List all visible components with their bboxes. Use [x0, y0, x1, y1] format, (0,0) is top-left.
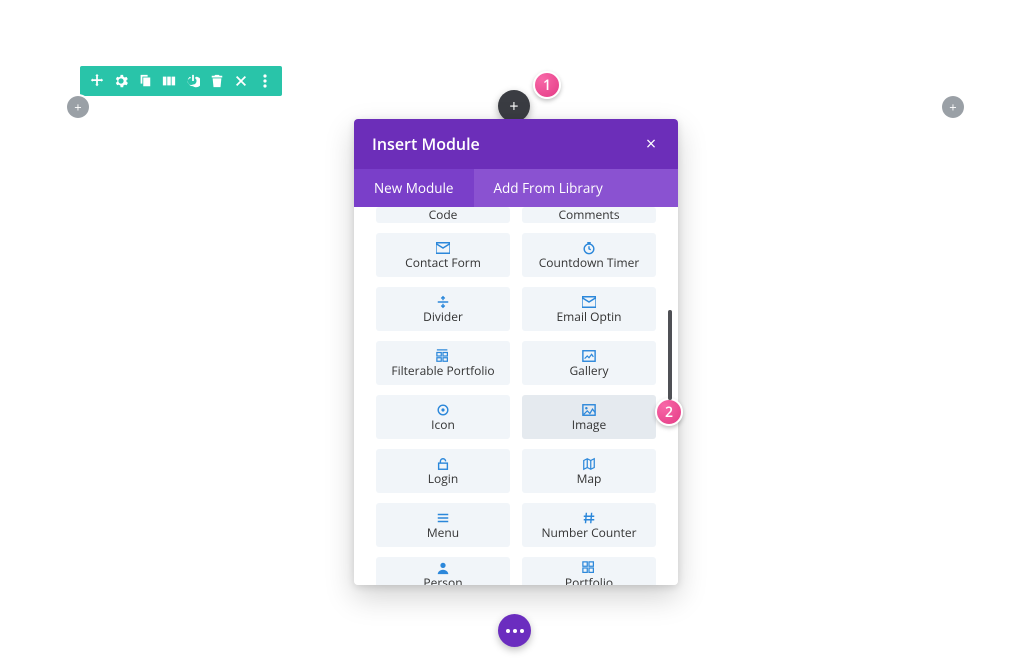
module-label: Code — [429, 209, 458, 221]
module-card-image[interactable]: Image — [522, 395, 656, 439]
modal-title: Insert Module — [372, 133, 480, 155]
module-label: Icon — [431, 419, 455, 431]
tab-add-from-library[interactable]: Add From Library — [474, 169, 623, 207]
power-icon[interactable] — [182, 66, 204, 96]
hash-icon — [582, 511, 596, 525]
person-icon — [436, 561, 450, 575]
module-label: Map — [577, 473, 602, 485]
page-actions-button[interactable] — [498, 614, 531, 647]
trash-icon[interactable] — [206, 66, 228, 96]
module-label: Contact Form — [405, 257, 481, 269]
target-icon — [436, 403, 450, 417]
add-row-button[interactable]: + — [498, 90, 530, 122]
module-card-gallery[interactable]: Gallery — [522, 341, 656, 385]
module-label: Countdown Timer — [539, 257, 640, 269]
module-card-login[interactable]: Login — [376, 449, 510, 493]
module-card-filterable-portfolio[interactable]: Filterable Portfolio — [376, 341, 510, 385]
dot-icon — [513, 629, 517, 633]
module-label: Number Counter — [541, 527, 636, 539]
grid-icon — [436, 349, 450, 363]
module-label: Filterable Portfolio — [391, 365, 494, 377]
modules-scroll[interactable]: Code Comments Contact Form Countdown Tim… — [354, 207, 678, 585]
module-card-menu[interactable]: Menu — [376, 503, 510, 547]
module-card-email-optin[interactable]: Email Optin — [522, 287, 656, 331]
module-label: Portfolio — [565, 577, 613, 585]
section-toolbar[interactable] — [80, 66, 282, 96]
lock-icon — [436, 457, 450, 471]
module-card-contact-form[interactable]: Contact Form — [376, 233, 510, 277]
clone-icon[interactable] — [134, 66, 156, 96]
module-card-code[interactable]: Code — [376, 207, 510, 223]
grid-icon — [582, 561, 596, 575]
module-label: Person — [423, 577, 462, 585]
module-card-comments[interactable]: Comments — [522, 207, 656, 223]
modal-tabs: New Module Add From Library — [354, 169, 678, 207]
module-card-icon[interactable]: Icon — [376, 395, 510, 439]
modal-body: Code Comments Contact Form Countdown Tim… — [354, 207, 678, 585]
menu-icon — [436, 511, 450, 525]
image-icon — [582, 403, 596, 417]
modules-grid: Code Comments Contact Form Countdown Tim… — [376, 207, 656, 585]
module-card-divider[interactable]: Divider — [376, 287, 510, 331]
module-label: Login — [428, 473, 458, 485]
add-column-right-button[interactable]: + — [942, 96, 964, 118]
annotation-badge-1: 1 — [533, 71, 561, 99]
module-card-portfolio[interactable]: Portfolio — [522, 557, 656, 585]
module-card-number-counter[interactable]: Number Counter — [522, 503, 656, 547]
module-card-countdown-timer[interactable]: Countdown Timer — [522, 233, 656, 277]
map-icon — [582, 457, 596, 471]
module-label: Gallery — [569, 365, 608, 377]
module-label: Divider — [423, 311, 463, 323]
dot-icon — [520, 629, 524, 633]
more-icon[interactable] — [254, 66, 276, 96]
scrollbar-thumb[interactable] — [668, 310, 672, 400]
annotation-badge-2: 2 — [655, 398, 683, 426]
module-label: Comments — [558, 209, 619, 221]
module-label: Image — [572, 419, 606, 431]
add-column-left-button[interactable]: + — [67, 96, 89, 118]
divider-icon — [436, 295, 450, 309]
envelope-icon — [436, 241, 450, 255]
insert-module-modal: Insert Module × New Module Add From Libr… — [354, 119, 678, 585]
envelope-icon — [582, 295, 596, 309]
dot-icon — [506, 629, 510, 633]
module-card-map[interactable]: Map — [522, 449, 656, 493]
module-label: Menu — [427, 527, 459, 539]
module-label: Email Optin — [557, 311, 622, 323]
columns-icon[interactable] — [158, 66, 180, 96]
modal-header: Insert Module × — [354, 119, 678, 169]
tab-new-module[interactable]: New Module — [354, 169, 474, 207]
move-icon[interactable] — [86, 66, 108, 96]
module-card-person[interactable]: Person — [376, 557, 510, 585]
clock-icon — [582, 241, 596, 255]
gear-icon[interactable] — [110, 66, 132, 96]
close-icon[interactable] — [230, 66, 252, 96]
image-frame-icon — [582, 349, 596, 363]
close-icon[interactable]: × — [642, 135, 660, 153]
